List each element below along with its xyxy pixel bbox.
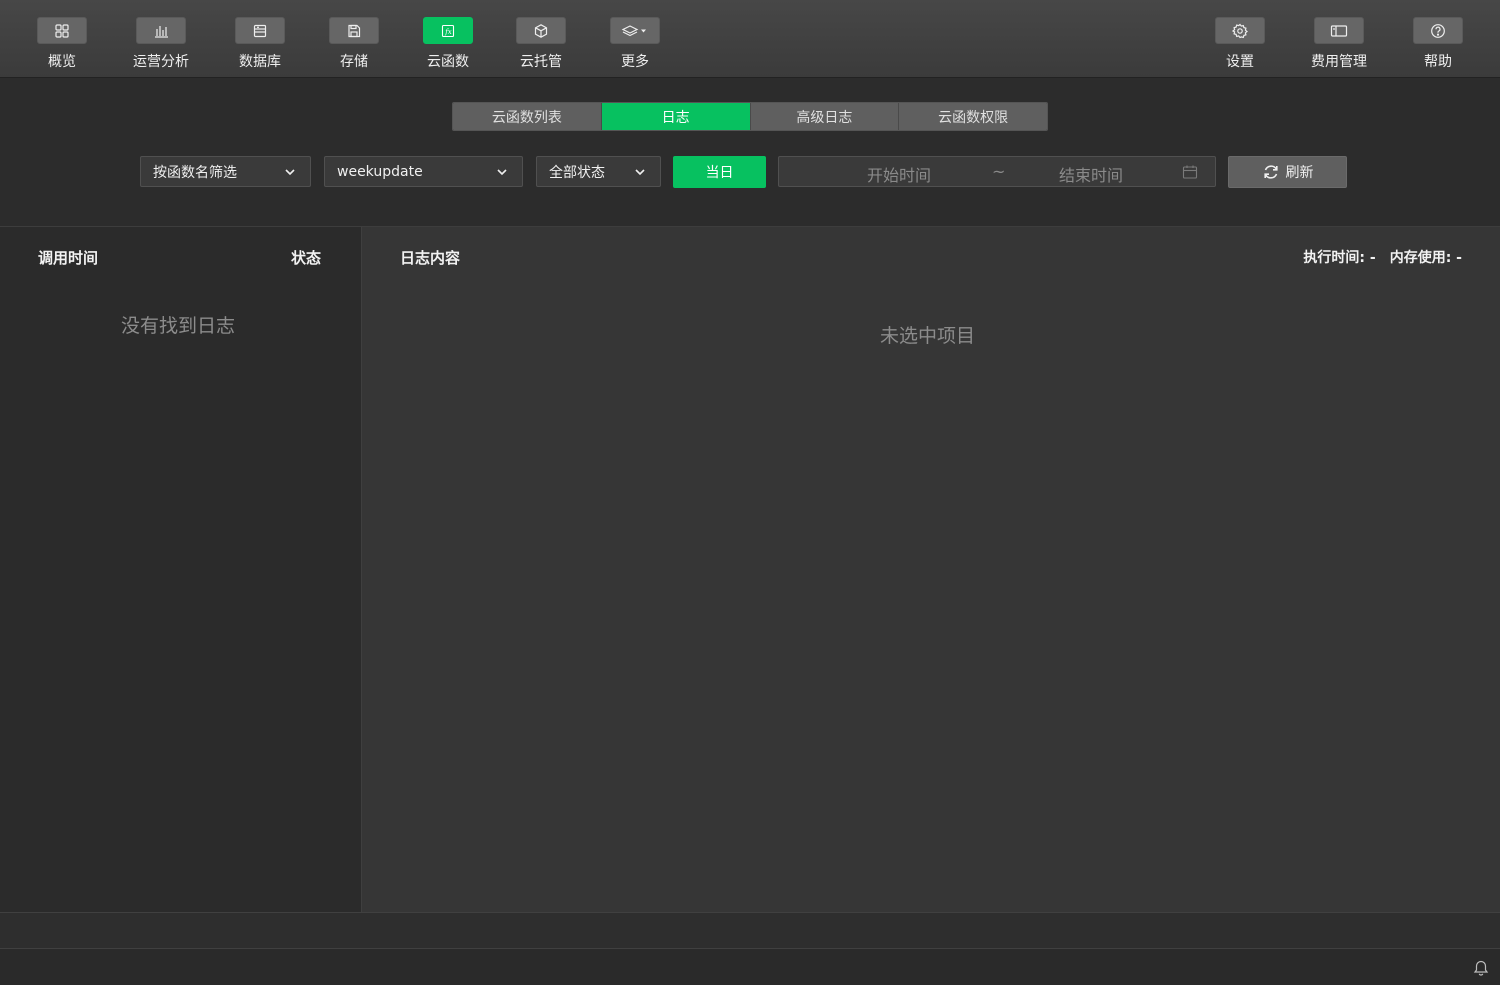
column-header-call-time: 调用时间 [38, 249, 99, 267]
layers-dropdown-icon [610, 17, 660, 44]
execution-time: 执行时间: - [1303, 250, 1376, 266]
toolbar-cloud-hosting-label: 云托管 [520, 54, 562, 70]
refresh-label: 刷新 [1285, 165, 1314, 181]
tab-logs[interactable]: 日志 [601, 103, 751, 130]
toolbar-overview-label: 概览 [48, 54, 76, 70]
tab-function-list[interactable]: 云函数列表 [453, 103, 602, 130]
bottom-panel [0, 912, 1500, 948]
cube-icon [516, 17, 566, 44]
filter-mode-select[interactable]: 按函数名筛选 [140, 156, 311, 187]
bar-chart-icon [136, 17, 186, 44]
toolbar-billing-label: 费用管理 [1311, 54, 1367, 70]
bell-icon[interactable] [1472, 959, 1490, 977]
toolbar-settings-label: 设置 [1226, 54, 1254, 70]
chevron-down-icon [497, 169, 507, 176]
database-icon [235, 17, 285, 44]
toolbar-storage[interactable]: 存储 [314, 17, 394, 73]
storage-icon [329, 17, 379, 44]
today-button[interactable]: 当日 [673, 156, 766, 188]
billing-icon [1314, 17, 1364, 44]
status-bar [0, 948, 1500, 985]
toolbar-storage-label: 存储 [340, 54, 368, 70]
chevron-down-icon [635, 169, 645, 176]
toolbar-settings[interactable]: 设置 [1200, 17, 1280, 73]
no-selection-message: 未选中项目 [880, 325, 976, 347]
toolbar-help[interactable]: 帮助 [1398, 17, 1478, 73]
toolbar-database[interactable]: 数据库 [220, 17, 300, 73]
toolbar-billing[interactable]: 费用管理 [1299, 17, 1379, 73]
tab-function-permissions[interactable]: 云函数权限 [899, 103, 1047, 130]
filter-mode-value: 按函数名筛选 [153, 164, 237, 181]
toolbar-cloud-function[interactable]: fx 云函数 [408, 17, 488, 73]
function-tabs: 云函数列表 日志 高级日志 云函数权限 [452, 102, 1048, 131]
toolbar-help-label: 帮助 [1424, 54, 1452, 70]
toolbar-cloud-function-label: 云函数 [427, 54, 469, 70]
refresh-button[interactable]: 刷新 [1228, 156, 1347, 188]
date-range-separator: ~ [992, 162, 1006, 181]
chevron-down-icon [285, 169, 295, 176]
log-content-title: 日志内容 [400, 249, 461, 267]
toolbar-overview[interactable]: 概览 [22, 17, 102, 73]
gear-icon [1215, 17, 1265, 44]
toolbar-database-label: 数据库 [239, 54, 281, 70]
status-select[interactable]: 全部状态 [536, 156, 661, 187]
end-time-input[interactable]: 结束时间 [1059, 162, 1123, 186]
log-list-panel: 调用时间 状态 没有找到日志 [0, 227, 362, 912]
function-name-value: weekupdate [337, 163, 423, 180]
column-header-status: 状态 [291, 249, 322, 267]
svg-text:fx: fx [444, 28, 452, 36]
help-icon [1413, 17, 1463, 44]
log-meta: 执行时间: - 内存使用: - [1303, 247, 1462, 267]
calendar-icon [1182, 165, 1198, 179]
log-content-panel: 日志内容 执行时间: - 内存使用: - 未选中项目 [362, 227, 1500, 912]
memory-usage: 内存使用: - [1389, 250, 1462, 266]
top-toolbar: 概览 运营分析 数据库 存储 fx 云函数 云托管 更多 设置 费用管理 帮助 [0, 0, 1500, 78]
start-time-input[interactable]: 开始时间 [867, 162, 931, 186]
refresh-icon [1263, 165, 1278, 179]
toolbar-more-label: 更多 [621, 54, 649, 70]
status-value: 全部状态 [549, 164, 605, 181]
toolbar-analytics[interactable]: 运营分析 [121, 17, 201, 73]
function-icon: fx [423, 17, 473, 44]
toolbar-more[interactable]: 更多 [595, 17, 675, 73]
function-name-select[interactable]: weekupdate [324, 156, 523, 187]
grid-icon [37, 17, 87, 44]
date-range-picker[interactable]: 开始时间 ~ 结束时间 [778, 156, 1216, 187]
toolbar-analytics-label: 运营分析 [133, 54, 189, 70]
empty-log-message: 没有找到日志 [121, 315, 236, 337]
toolbar-cloud-hosting[interactable]: 云托管 [501, 17, 581, 73]
tab-advanced-logs[interactable]: 高级日志 [750, 103, 900, 130]
